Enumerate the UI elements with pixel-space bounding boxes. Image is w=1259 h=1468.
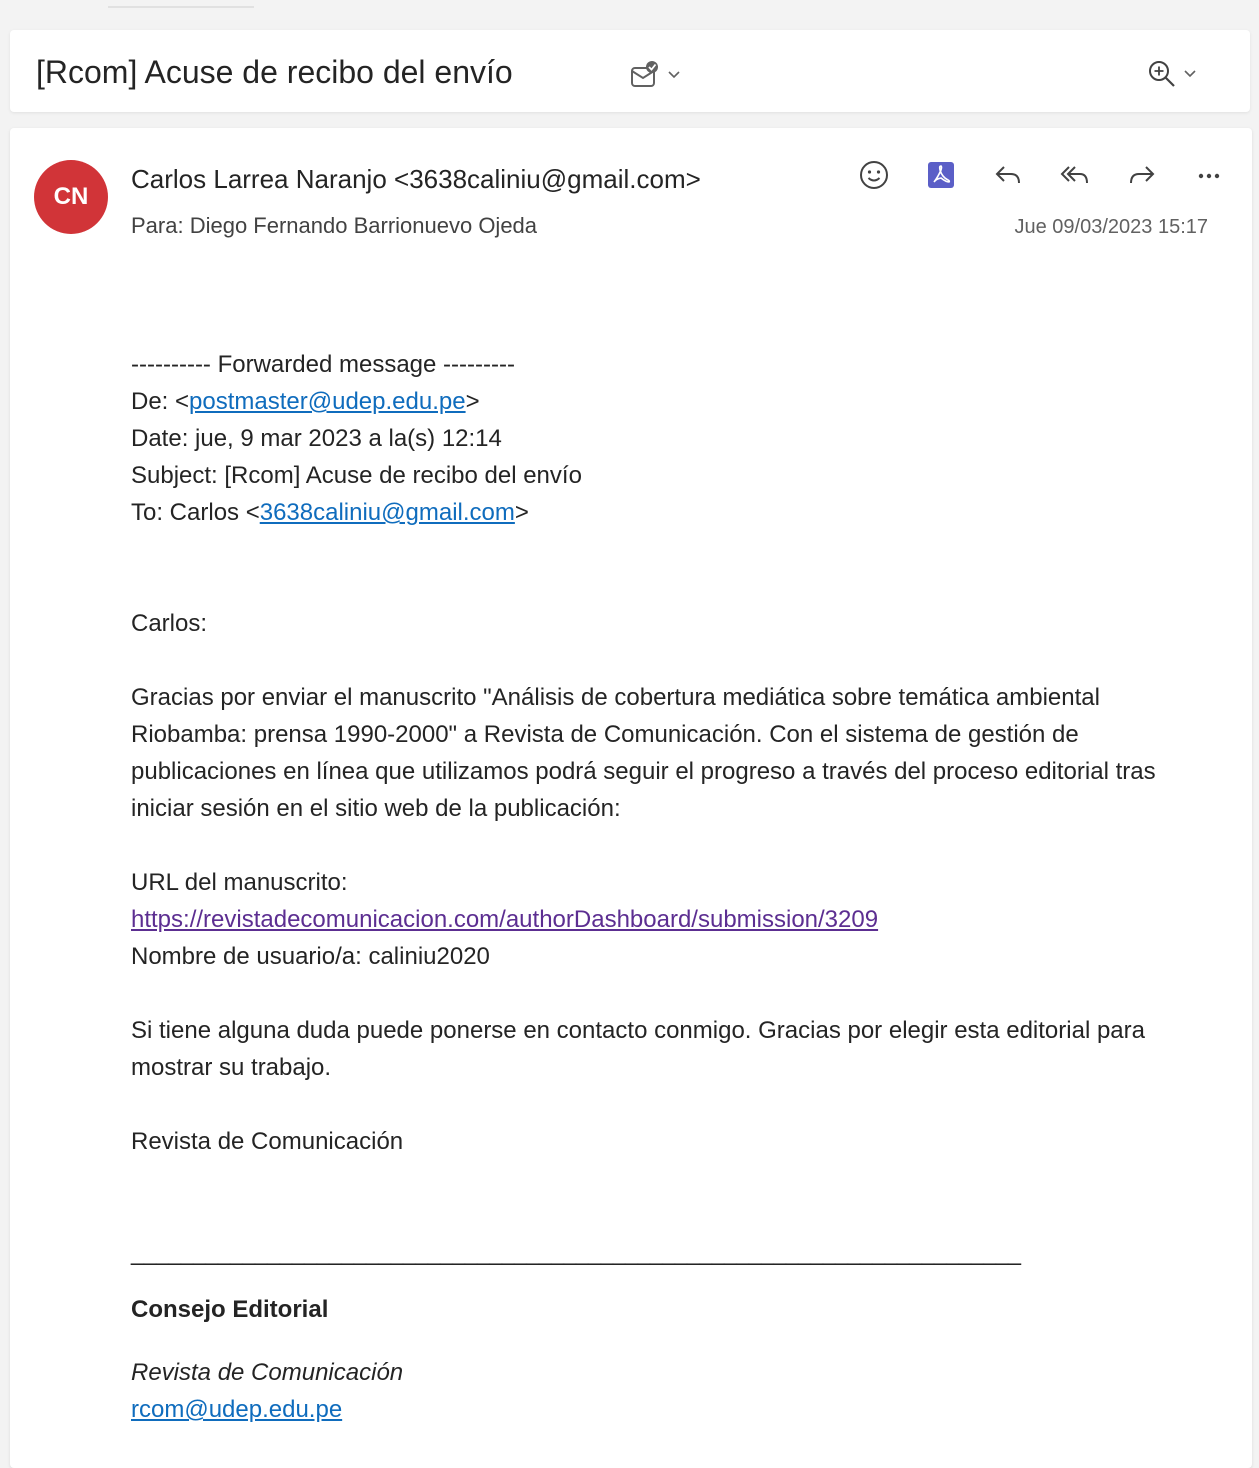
avatar-initials: CN (53, 183, 89, 210)
react-button[interactable] (840, 158, 907, 197)
subject-bar: [Rcom] Acuse de recibo del envío (10, 30, 1250, 112)
message-body: ---------- Forwarded message --------- D… (131, 346, 1211, 1428)
manuscript-url-link[interactable]: https://revistadecomunicacion.com/author… (131, 906, 878, 933)
emoji-smile-icon (857, 158, 891, 197)
mark-read-button[interactable] (628, 58, 682, 92)
body-paragraph-1: Gracias por enviar el manuscrito "Anális… (131, 684, 1156, 822)
reply-all-icon (1058, 158, 1092, 197)
forward-to: To: Carlos <3638caliniu@gmail.com> (131, 499, 529, 526)
more-actions-button[interactable] (1175, 158, 1242, 197)
forward-subject: Subject: [Rcom] Acuse de recibo del enví… (131, 462, 582, 489)
more-icon (1192, 158, 1226, 197)
from-email-link[interactable]: postmaster@udep.edu.pe (189, 388, 466, 415)
pdf-icon (924, 158, 958, 197)
forward-button[interactable] (1108, 158, 1175, 197)
body-paragraph-2: Si tiene alguna duda puede ponerse en co… (131, 1017, 1145, 1081)
chevron-down-icon (1182, 68, 1198, 80)
pdf-button[interactable] (907, 158, 974, 197)
to-email-link[interactable]: 3638caliniu@gmail.com (260, 499, 515, 526)
reply-button[interactable] (974, 158, 1041, 197)
url-label: URL del manuscrito: (131, 869, 348, 896)
sender-name[interactable]: Carlos Larrea Naranjo <3638caliniu@gmail… (131, 164, 701, 195)
signature-divider: ________________________________________… (131, 1239, 1021, 1266)
top-tab-indicator (108, 6, 254, 8)
zoom-in-icon (1146, 58, 1178, 90)
zoom-button[interactable] (1146, 58, 1198, 90)
username-line: Nombre de usuario/a: caliniu2020 (131, 943, 490, 970)
reply-all-button[interactable] (1041, 158, 1108, 197)
recipient-line[interactable]: Para: Diego Fernando Barrionuevo Ojeda (131, 213, 537, 239)
message-actions (840, 158, 1242, 197)
signature-email-link[interactable]: rcom@udep.edu.pe (131, 1396, 342, 1423)
forward-date: Date: jue, 9 mar 2023 a la(s) 12:14 (131, 425, 502, 452)
signature-title: Consejo Editorial (131, 1296, 329, 1323)
message-card: CN Carlos Larrea Naranjo <3638caliniu@gm… (10, 128, 1252, 1468)
chevron-down-icon (666, 69, 682, 81)
signature-org: Revista de Comunicación (131, 1359, 404, 1386)
forward-icon (1125, 158, 1159, 197)
forward-from: De: <postmaster@udep.edu.pe> (131, 388, 480, 415)
sender-avatar[interactable]: CN (34, 160, 108, 234)
signoff: Revista de Comunicación (131, 1128, 404, 1155)
mark-read-icon (628, 58, 662, 92)
reply-icon (991, 158, 1025, 197)
greeting: Carlos: (131, 610, 208, 637)
forward-header: ---------- Forwarded message --------- (131, 351, 515, 378)
message-subject: [Rcom] Acuse de recibo del envío (36, 54, 513, 90)
message-date: Jue 09/03/2023 15:17 (1014, 216, 1208, 238)
